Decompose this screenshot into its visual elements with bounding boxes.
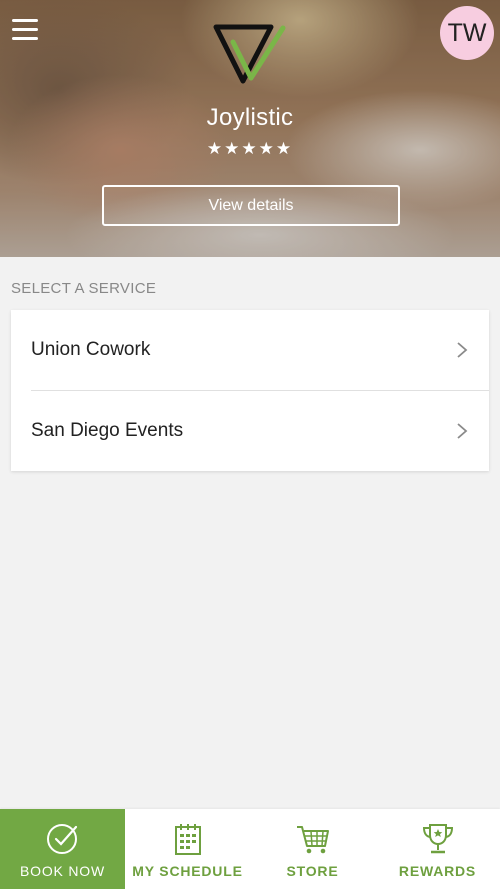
service-item-union-cowork[interactable]: Union Cowork	[11, 310, 489, 390]
tab-my-schedule[interactable]: MY SCHEDULE	[125, 809, 250, 889]
tab-rewards[interactable]: REWARDS	[375, 809, 500, 889]
brand-name: Joylistic	[206, 104, 294, 131]
view-details-button[interactable]: View details	[102, 185, 400, 226]
tab-store[interactable]: STORE	[250, 809, 375, 889]
service-item-san-diego-events[interactable]: San Diego Events	[31, 390, 489, 471]
service-label: San Diego Events	[31, 420, 184, 441]
hero-banner: TW Joylistic ★★★★★ View details	[0, 0, 500, 257]
calendar-icon	[175, 824, 201, 855]
cart-icon	[297, 826, 329, 854]
brand-logo	[213, 24, 286, 84]
check-circle-icon	[47, 824, 78, 854]
bottom-tab-bar: BOOK NOW MY SCHEDULE STORE REWARDS	[0, 809, 500, 889]
tab-label: STORE	[286, 863, 339, 879]
service-list: Union Cowork San Diego Events	[11, 310, 489, 471]
rating-stars: ★★★★★	[206, 139, 294, 158]
tab-label: BOOK NOW	[20, 863, 105, 879]
trophy-icon	[422, 824, 454, 854]
menu-icon[interactable]	[12, 19, 38, 43]
section-title: SELECT A SERVICE	[11, 280, 157, 297]
tab-label: REWARDS	[398, 863, 477, 879]
avatar[interactable]: TW	[440, 6, 494, 60]
chevron-right-icon	[457, 423, 468, 439]
tab-book-now[interactable]: BOOK NOW	[0, 809, 125, 889]
tab-label: MY SCHEDULE	[132, 863, 243, 879]
chevron-right-icon	[457, 342, 468, 358]
service-label: Union Cowork	[31, 339, 151, 360]
